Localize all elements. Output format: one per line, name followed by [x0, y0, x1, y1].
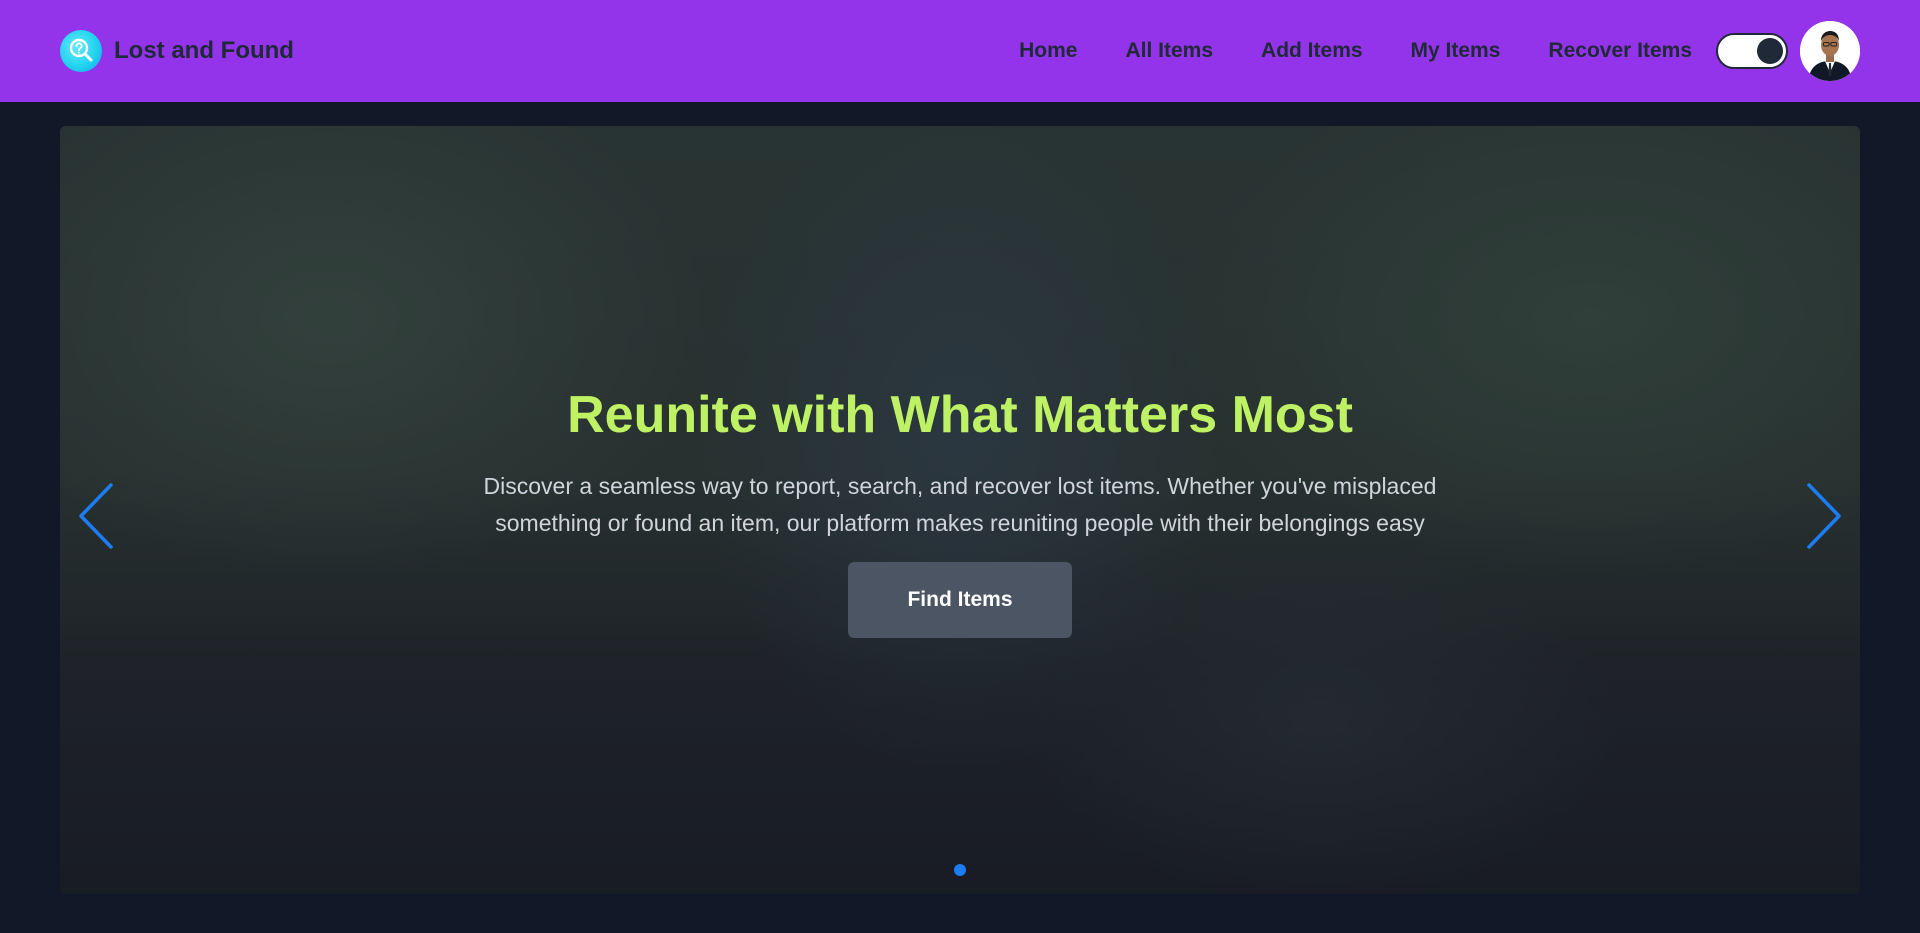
- carousel-prev-button[interactable]: [72, 478, 122, 554]
- carousel-next-button[interactable]: [1798, 478, 1848, 554]
- hero-title: Reunite with What Matters Most: [567, 386, 1353, 444]
- theme-toggle-knob: [1757, 38, 1783, 64]
- nav-links: Home All Items Add Items My Items Recove…: [1019, 39, 1692, 63]
- nav-link-home[interactable]: Home: [1019, 39, 1077, 63]
- hero-content: Reunite with What Matters Most Discover …: [60, 126, 1860, 894]
- nav-link-recover-items[interactable]: Recover Items: [1548, 39, 1692, 63]
- search-question-icon: [60, 30, 102, 72]
- hero-description: Discover a seamless way to report, searc…: [483, 473, 1437, 537]
- nav-link-my-items[interactable]: My Items: [1411, 39, 1501, 63]
- theme-toggle[interactable]: [1716, 33, 1788, 69]
- chevron-left-icon: [79, 483, 113, 549]
- brand-title: Lost and Found: [114, 37, 294, 64]
- nav-right: Home All Items Add Items My Items Recove…: [1019, 21, 1860, 81]
- avatar-photo: [1800, 21, 1860, 81]
- avatar[interactable]: [1800, 21, 1860, 81]
- brand[interactable]: Lost and Found: [60, 30, 294, 72]
- carousel-dots: [60, 864, 1860, 876]
- chevron-right-icon: [1807, 483, 1841, 549]
- hero-carousel: Reunite with What Matters Most Discover …: [60, 126, 1860, 894]
- find-items-button[interactable]: Find Items: [848, 562, 1072, 639]
- nav-link-all-items[interactable]: All Items: [1126, 39, 1214, 63]
- navbar: Lost and Found Home All Items Add Items …: [0, 0, 1920, 102]
- nav-link-add-items[interactable]: Add Items: [1261, 39, 1363, 63]
- carousel-dot[interactable]: [954, 864, 966, 876]
